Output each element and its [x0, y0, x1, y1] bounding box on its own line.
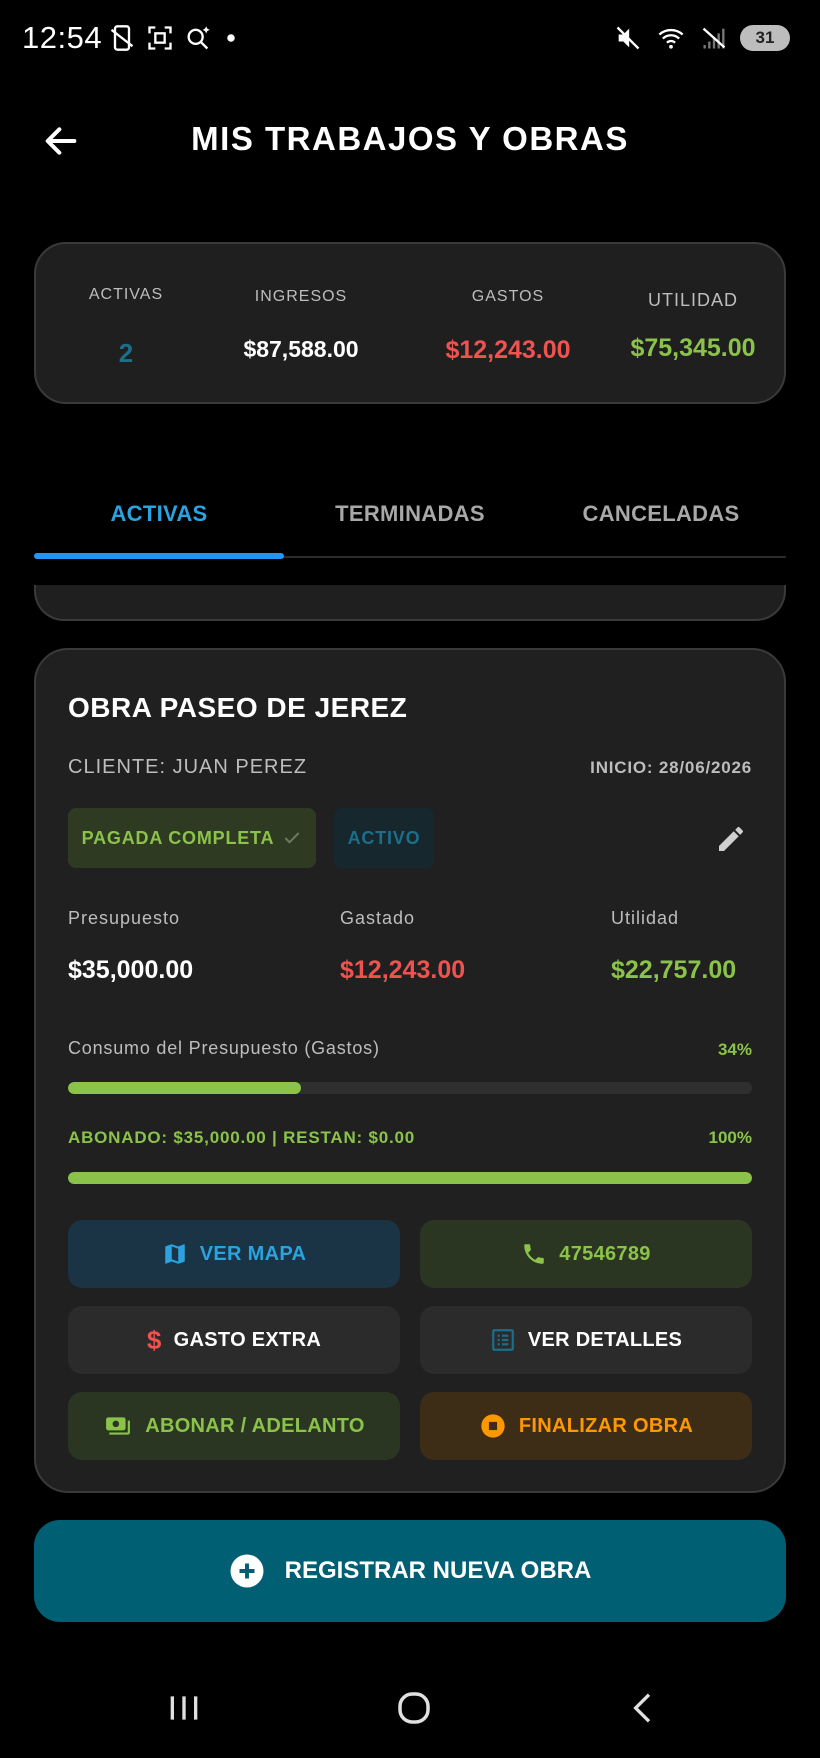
summary-activas-label: ACTIVAS: [88, 286, 164, 303]
project-start-date: INICIO: 28/06/2026: [590, 758, 752, 777]
screenshot-icon: [148, 26, 172, 50]
pay-advance-label: ABONAR / ADELANTO: [145, 1414, 365, 1437]
chevron-left-icon: [633, 1693, 651, 1723]
map-icon: [165, 1244, 185, 1264]
stop-circle-icon: [481, 1414, 505, 1438]
dollar-icon: $: [146, 1324, 162, 1355]
page-title: MIS TRABAJOS Y OBRAS: [191, 120, 629, 157]
paid-badge: PAGADA COMPLETA: [68, 808, 316, 868]
tab-bar: ACTIVAS TERMINADAS CANCELADAS: [34, 470, 786, 559]
register-new-project-label: REGISTRAR NUEVA OBRA: [284, 1557, 592, 1584]
recents-button[interactable]: [154, 1682, 214, 1734]
budget-label: Presupuesto: [68, 908, 181, 928]
battery-indicator: 31: [740, 25, 790, 51]
mute-icon: [616, 26, 640, 50]
system-nav-bar: [0, 1660, 820, 1758]
app-header: MIS TRABAJOS Y OBRAS: [0, 100, 820, 180]
view-details-label: VER DETALLES: [527, 1328, 683, 1351]
summary-utilidad: UTILIDAD $75,345.00: [608, 244, 778, 406]
dot-icon: [227, 34, 235, 42]
summary-ingresos-label: INGRESOS: [254, 288, 348, 305]
budget-value: $35,000.00: [68, 956, 194, 984]
summary-card: ACTIVAS 2 INGRESOS $87,588.00 GASTOS $12…: [34, 242, 786, 404]
paid-badge-label: PAGADA COMPLETA: [81, 827, 275, 848]
payment-percent: 100%: [708, 1128, 752, 1147]
phone-button[interactable]: 47546789: [420, 1220, 752, 1288]
check-icon: [284, 832, 300, 844]
finish-project-label: FINALIZAR OBRA: [518, 1414, 694, 1437]
summary-activas-value: 2: [118, 338, 134, 368]
tab-canceladas[interactable]: CANCELADAS: [536, 470, 786, 558]
summary-utilidad-label: UTILIDAD: [647, 290, 738, 310]
status-time: 12:54: [22, 20, 103, 55]
project-card: OBRA PASEO DE JEREZ CLIENTE: JUAN PEREZ …: [34, 648, 786, 1493]
home-button[interactable]: [384, 1682, 444, 1734]
profit-label: Utilidad: [611, 908, 680, 928]
tab-activas[interactable]: ACTIVAS: [34, 470, 284, 558]
status-badge: ACTIVO: [334, 808, 434, 868]
tab-indicator: [34, 553, 284, 559]
summary-ingresos-value: $87,588.00: [243, 336, 359, 362]
phone-label: 47546789: [559, 1242, 651, 1265]
phone-off-icon: [110, 25, 134, 51]
signal-off-icon: [702, 27, 726, 49]
spent-value: $12,243.00: [340, 956, 466, 984]
view-map-label: VER MAPA: [199, 1242, 307, 1265]
profit-value: $22,757.00: [611, 956, 737, 984]
cash-icon: [106, 1417, 131, 1435]
status-left-icons: [108, 24, 240, 52]
summary-gastos: GASTOS $12,243.00: [418, 244, 598, 406]
consumption-percent: 34%: [717, 1040, 752, 1059]
finish-project-button[interactable]: FINALIZAR OBRA: [420, 1392, 752, 1460]
edit-button[interactable]: [712, 820, 750, 858]
view-map-button[interactable]: VER MAPA: [68, 1220, 400, 1288]
spent-label: Gastado: [340, 908, 416, 928]
system-back-button[interactable]: [614, 1682, 674, 1734]
consumption-label: Consumo del Presupuesto (Gastos): [68, 1038, 380, 1058]
home-icon: [398, 1692, 430, 1724]
pay-advance-button[interactable]: ABONAR / ADELANTO: [68, 1392, 400, 1460]
summary-gastos-label: GASTOS: [471, 288, 545, 305]
payment-progress-bar: [68, 1172, 752, 1184]
project-client: CLIENTE: JUAN PEREZ: [68, 756, 308, 778]
consumption-progress-bar: [68, 1082, 752, 1094]
tab-terminadas[interactable]: TERMINADAS: [285, 470, 535, 558]
add-circle-icon: [230, 1554, 264, 1588]
extra-expense-button[interactable]: $ GASTO EXTRA: [68, 1306, 400, 1374]
pencil-icon: [719, 826, 743, 851]
recents-icon: [170, 1696, 198, 1720]
previous-project-card[interactable]: [34, 585, 786, 621]
status-right-icons: 31: [614, 24, 790, 52]
project-title: OBRA PASEO DE JEREZ: [68, 692, 408, 723]
register-new-project-button[interactable]: REGISTRAR NUEVA OBRA: [34, 1520, 786, 1622]
payment-label: ABONADO: $35,000.00 | RESTAN: $0.00: [68, 1128, 416, 1147]
summary-activas: ACTIVAS 2: [56, 244, 196, 406]
wifi-icon: [658, 28, 684, 49]
status-bar: 12:54 31: [0, 0, 820, 80]
summary-ingresos: INGRESOS $87,588.00: [216, 244, 386, 406]
consumption-progress-fill: [68, 1082, 301, 1094]
view-details-button[interactable]: VER DETALLES: [420, 1306, 752, 1374]
summary-gastos-value: $12,243.00: [445, 336, 571, 364]
search-spark-icon: [187, 26, 210, 50]
phone-icon: [524, 1244, 545, 1264]
extra-expense-label: GASTO EXTRA: [173, 1328, 322, 1351]
summary-utilidad-value: $75,345.00: [630, 334, 756, 362]
payment-progress-fill: [68, 1172, 752, 1184]
list-icon: [491, 1329, 514, 1351]
